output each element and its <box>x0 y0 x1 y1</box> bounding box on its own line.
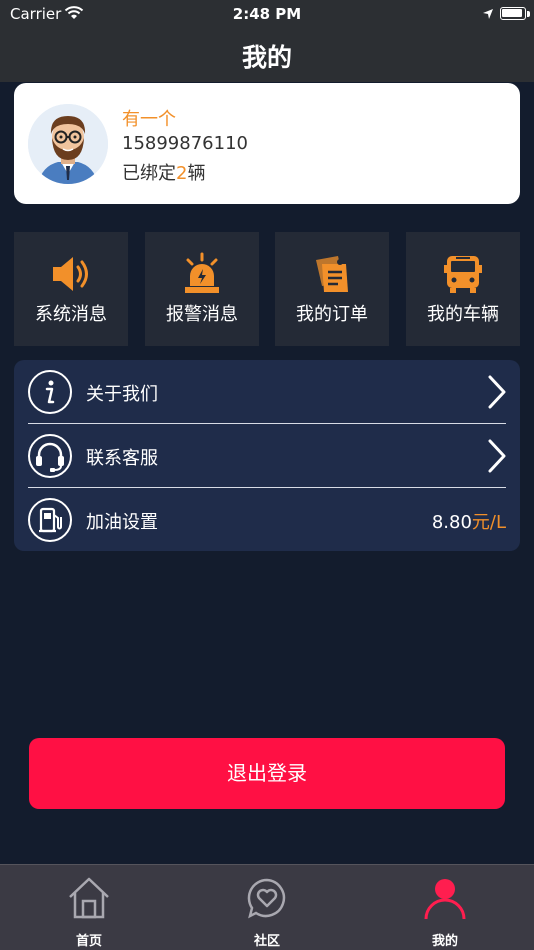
tab-home[interactable]: 首页 <box>0 865 178 950</box>
profile-name: 有一个 <box>122 109 176 130</box>
heart-chat-icon <box>178 875 356 925</box>
tab-mine[interactable]: 我的 <box>356 865 534 950</box>
logout-button[interactable]: 退出登录 <box>29 738 505 809</box>
headset-icon <box>28 434 72 478</box>
tab-community[interactable]: 社区 <box>178 865 356 950</box>
tab-label: 首页 <box>75 934 102 949</box>
tile-label: 我的订单 <box>296 304 368 325</box>
fuel-price-value: 8.80元/L <box>432 508 506 534</box>
top-bar: Carrier 2:48 PM 我的 <box>0 0 534 82</box>
menu-label: 关于我们 <box>86 384 158 405</box>
settings-menu: 关于我们 联系客服 加油设置 8.80元/L <box>14 360 520 551</box>
tab-label: 社区 <box>253 934 280 949</box>
fuel-price-unit: 元/L <box>471 512 506 533</box>
speaker-icon <box>14 252 128 298</box>
status-bar: Carrier 2:48 PM <box>0 4 534 26</box>
fuel-pump-icon <box>28 498 72 542</box>
menu-item-fuel[interactable]: 加油设置 8.80元/L <box>14 488 520 552</box>
tab-label: 我的 <box>431 934 458 949</box>
alarm-siren-icon <box>145 252 259 298</box>
location-arrow-icon <box>482 6 494 24</box>
menu-item-about[interactable]: 关于我们 <box>14 360 520 424</box>
fuel-price: 8.80 <box>431 512 472 533</box>
tile-system-messages[interactable]: 系统消息 <box>14 232 128 346</box>
profile-phone: 15899876110 <box>122 133 248 154</box>
bound-prefix: 已绑定 <box>122 163 176 184</box>
page-title: 我的 <box>241 43 292 72</box>
tile-my-orders[interactable]: 我的订单 <box>275 232 389 346</box>
tab-bar: 首页 社区 我的 <box>0 864 534 950</box>
menu-item-support[interactable]: 联系客服 <box>14 424 520 488</box>
menu-label: 联系客服 <box>86 448 158 469</box>
tile-label: 报警消息 <box>166 304 238 325</box>
status-time: 2:48 PM <box>232 5 302 23</box>
person-icon <box>356 875 534 925</box>
profile-card[interactable]: 有一个 15899876110 已绑定2辆 <box>14 83 520 204</box>
chevron-right-icon <box>486 374 508 414</box>
tile-alarm-messages[interactable]: 报警消息 <box>145 232 259 346</box>
tile-my-vehicles[interactable]: 我的车辆 <box>406 232 520 346</box>
battery-icon <box>500 7 526 20</box>
bus-icon <box>406 252 520 298</box>
tile-label: 我的车辆 <box>427 304 499 325</box>
avatar[interactable] <box>28 104 108 184</box>
menu-label: 加油设置 <box>86 512 158 533</box>
tile-label: 系统消息 <box>35 304 107 325</box>
chevron-right-icon <box>486 438 508 478</box>
bound-vehicles-text: 已绑定2辆 <box>122 159 205 185</box>
home-icon <box>0 875 178 925</box>
bound-suffix: 辆 <box>187 163 206 184</box>
bound-count: 2 <box>176 163 188 184</box>
info-icon <box>28 370 72 414</box>
battery-tip <box>527 11 530 17</box>
order-notes-icon <box>275 252 389 298</box>
